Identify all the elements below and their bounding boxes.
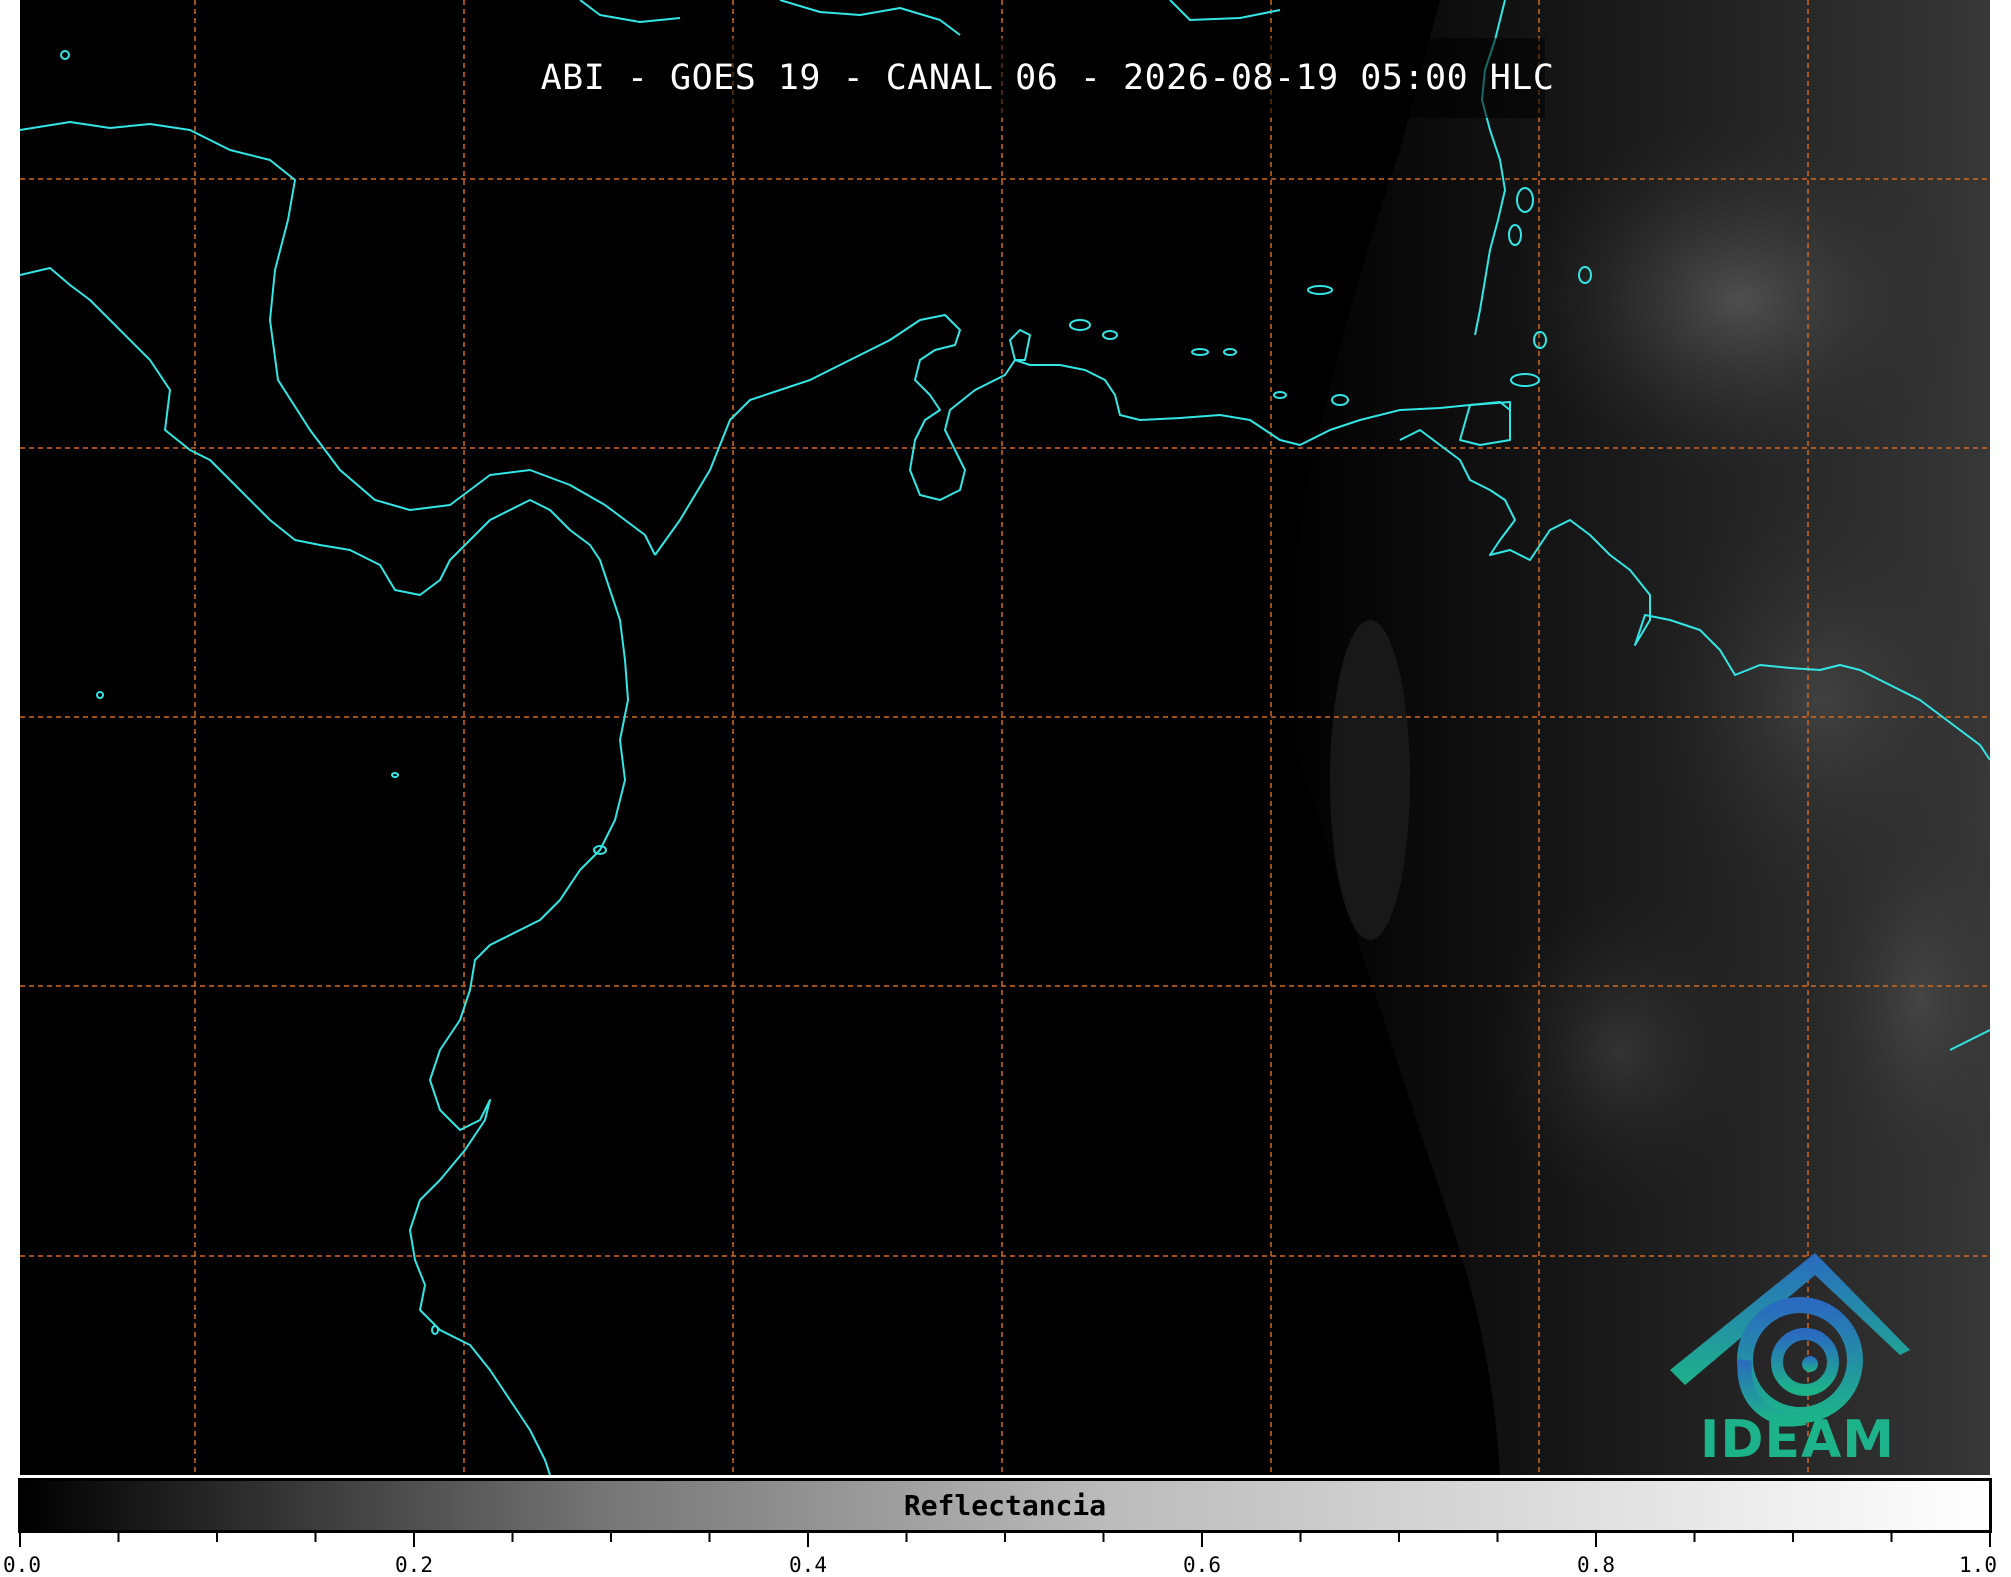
colorbar-tick-label: 0.6: [1183, 1553, 1221, 1577]
colorbar-tick-label: 0.0: [3, 1553, 41, 1577]
map-title: ABI - GOES 19 - CANAL 06 - 2026-08-19 05…: [540, 58, 1555, 98]
satellite-map: ABI - GOES 19 - CANAL 06 - 2026-08-19 05…: [20, 0, 1990, 1475]
colorbar-tick-label: 0.4: [789, 1553, 827, 1577]
colorbar-label: Reflectancia: [903, 1489, 1107, 1522]
colorbar-tick-marks: [19, 1533, 1991, 1547]
colorbar-ticks: 0.0 0.2 0.4 0.6 0.8 1.0: [0, 1533, 2011, 1577]
ideam-logo-text: IDEAM: [1700, 1410, 1896, 1470]
colorbar-tick-label: 0.2: [395, 1553, 433, 1577]
colorbar-tick-label: 1.0: [1959, 1553, 1997, 1577]
map-title-box: ABI - GOES 19 - CANAL 06 - 2026-08-19 05…: [540, 38, 1555, 118]
reflectance-colorbar: Reflectancia: [18, 1478, 1992, 1533]
colorbar-tick-label: 0.8: [1577, 1553, 1615, 1577]
